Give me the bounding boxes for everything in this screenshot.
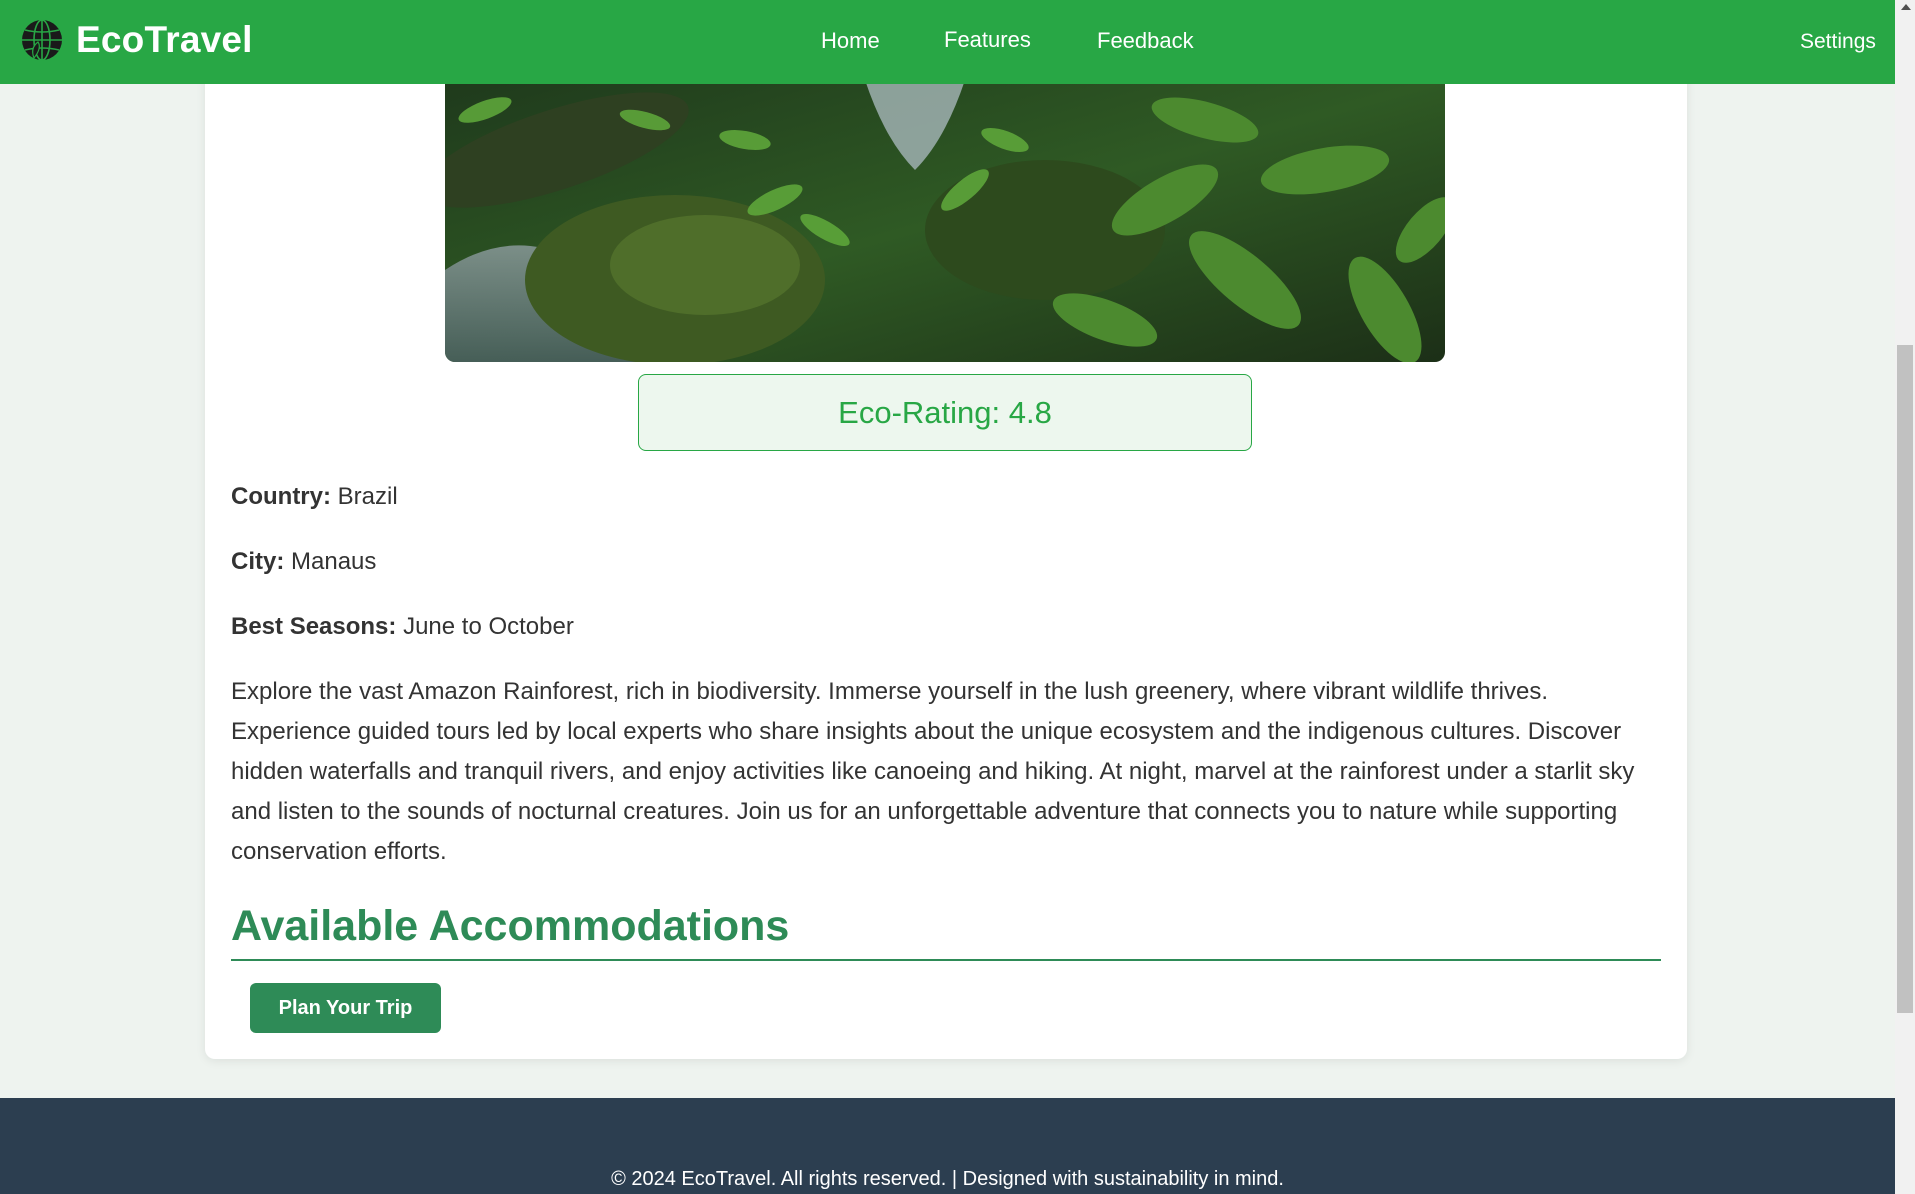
season-label: Best Seasons: — [231, 613, 397, 640]
destination-image — [445, 80, 1445, 362]
season-value: June to October — [403, 613, 574, 640]
city-row: City: Manaus — [231, 548, 376, 576]
scroll-up-arrow-icon[interactable] — [1901, 4, 1911, 10]
country-value: Brazil — [337, 483, 398, 510]
eco-rating-text: Eco-Rating: 4.8 — [838, 394, 1052, 430]
nav-feedback[interactable]: Feedback — [1097, 28, 1194, 54]
accommodations-heading: Available Accommodations — [231, 902, 1661, 961]
footer-text: © 2024 EcoTravel. All rights reserved. |… — [611, 1168, 1284, 1190]
brand[interactable]: EcoTravel — [20, 18, 253, 62]
globe-icon — [22, 19, 62, 61]
plan-trip-button[interactable]: Plan Your Trip — [250, 983, 441, 1033]
scrollbar-thumb[interactable] — [1897, 345, 1913, 1013]
season-row: Best Seasons: June to October — [231, 613, 574, 641]
brand-name: EcoTravel — [76, 19, 253, 60]
destination-card: Eco-Rating: 4.8 Country: Brazil City: Ma… — [205, 40, 1687, 1059]
page-footer: © 2024 EcoTravel. All rights reserved. |… — [0, 1098, 1895, 1194]
scrollbar[interactable] — [1895, 0, 1915, 1194]
page: Eco-Rating: 4.8 Country: Brazil City: Ma… — [0, 0, 1915, 1194]
city-label: City: — [231, 548, 285, 575]
top-navbar: EcoTravel Home Features Feedback Setting… — [0, 0, 1895, 84]
nav-home[interactable]: Home — [821, 28, 880, 54]
destination-description: Explore the vast Amazon Rainforest, rich… — [231, 678, 1635, 865]
rainforest-photo — [445, 80, 1445, 362]
eco-rating-badge: Eco-Rating: 4.8 — [638, 374, 1252, 451]
country-label: Country: — [231, 483, 331, 510]
nav-features[interactable]: Features — [944, 27, 1031, 53]
city-value: Manaus — [291, 548, 377, 575]
nav-settings[interactable]: Settings — [1800, 30, 1876, 54]
country-row: Country: Brazil — [231, 483, 398, 511]
